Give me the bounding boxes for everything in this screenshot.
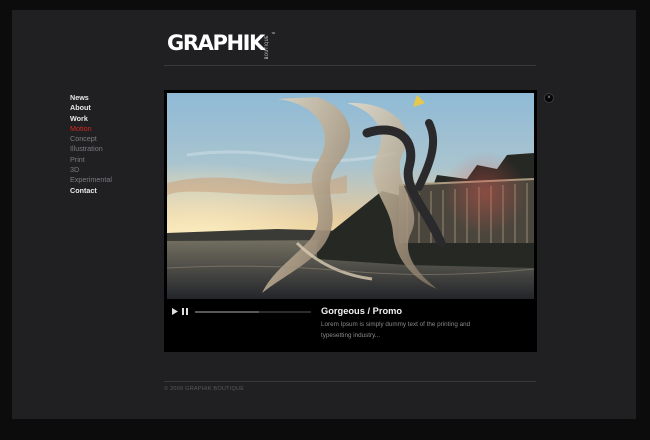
video-player: Gorgeous / Promo Lorem Ipsum is simply d…: [164, 90, 537, 352]
play-icon[interactable]: [172, 308, 178, 315]
nav-item-news[interactable]: News: [70, 93, 112, 103]
site-logo[interactable]: GRAPHIK BOUTIQUE ™: [167, 31, 276, 59]
logo-subtext: BOUTIQUE: [263, 35, 269, 60]
logo-text: GRAPHIK: [167, 31, 265, 55]
header-divider: [164, 65, 536, 66]
logo-trademark: ™: [270, 32, 276, 38]
video-progress-fill: [195, 311, 259, 313]
nav-item-experimental[interactable]: Experimental: [70, 175, 112, 185]
footer-copyright: © 2009 GRAPHIK BOUTIQUE: [164, 386, 245, 392]
pause-icon[interactable]: [182, 308, 188, 315]
nav-item-concept[interactable]: Concept: [70, 134, 112, 144]
video-frame[interactable]: [167, 93, 534, 299]
nav-item-contact[interactable]: Contact: [70, 186, 112, 196]
nav-item-about[interactable]: About: [70, 103, 112, 113]
nav-item-motion[interactable]: Motion: [70, 124, 112, 134]
close-icon: ×: [547, 95, 551, 101]
nav-item-print[interactable]: Print: [70, 155, 112, 165]
video-still-image: [167, 93, 534, 299]
video-progress-bar[interactable]: [195, 311, 311, 313]
nav-item-work[interactable]: Work: [70, 114, 112, 124]
nav-item-illustration[interactable]: Illustration: [70, 144, 112, 154]
main-nav: News About Work Motion Concept Illustration Pr…: [70, 93, 112, 196]
video-description: Lorem Ipsum is simply dummy text of the …: [321, 321, 471, 339]
nav-item-3d[interactable]: 3D: [70, 165, 112, 175]
player-controls: Gorgeous / Promo Lorem Ipsum is simply d…: [164, 299, 537, 352]
footer-divider: [164, 381, 536, 382]
video-title: Gorgeous / Promo: [321, 306, 403, 316]
close-button[interactable]: ×: [544, 93, 554, 103]
